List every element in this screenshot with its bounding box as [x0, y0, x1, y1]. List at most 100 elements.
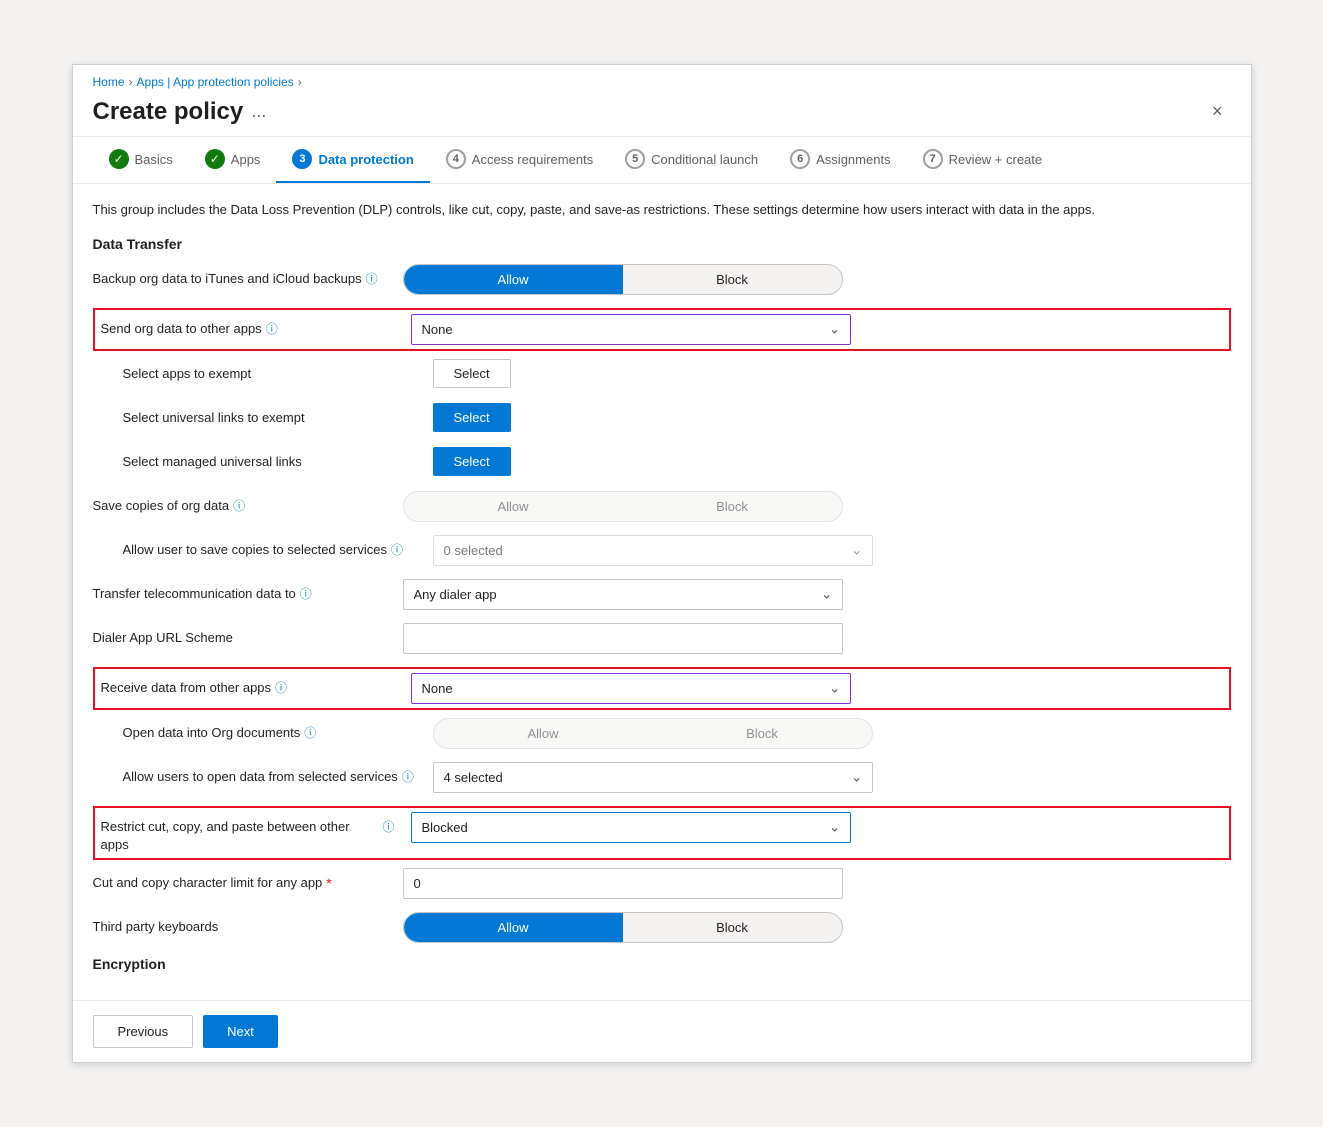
receive-data-select[interactable]: None — [411, 673, 851, 704]
create-policy-window: Home › Apps | App protection policies › … — [72, 64, 1252, 1063]
allow-open-selected-label: Allow users to open data from selected s… — [123, 762, 433, 786]
restrict-cut-copy-info-icon[interactable]: ⓘ — [382, 819, 394, 836]
backup-org-data-toggle: Allow Block — [403, 264, 843, 295]
close-button[interactable]: × — [1204, 97, 1231, 126]
tab-access-requirements[interactable]: 4 Access requirements — [430, 137, 609, 183]
select-managed-links-btn[interactable]: Select — [433, 447, 511, 476]
backup-block-btn[interactable]: Block — [623, 265, 842, 294]
breadcrumb-apps[interactable]: Apps | App protection policies — [137, 75, 294, 89]
save-copies-row: Save copies of org data ⓘ Allow Block — [93, 491, 1231, 525]
allow-user-save-info-icon[interactable]: ⓘ — [391, 542, 403, 559]
receive-data-info-icon[interactable]: ⓘ — [275, 680, 287, 697]
basics-check-icon: ✓ — [109, 149, 129, 169]
backup-org-data-row: Backup org data to iTunes and iCloud bac… — [93, 264, 1231, 298]
transfer-telecom-label: Transfer telecommunication data to ⓘ — [93, 579, 403, 603]
tab-conditional-launch[interactable]: 5 Conditional launch — [609, 137, 774, 183]
select-apps-exempt-label: Select apps to exempt — [123, 359, 433, 383]
assignments-num: 6 — [790, 149, 810, 169]
backup-org-data-info-icon[interactable]: ⓘ — [366, 271, 378, 288]
send-org-data-highlighted-row: Send org data to other apps ⓘ None — [93, 308, 1231, 351]
select-apps-exempt-row: Select apps to exempt Select — [93, 359, 1231, 393]
save-copies-info-icon[interactable]: ⓘ — [233, 498, 245, 515]
content-area: This group includes the Data Loss Preven… — [73, 184, 1251, 1000]
third-party-block-btn[interactable]: Block — [623, 913, 842, 942]
third-party-keyboards-label: Third party keyboards — [93, 912, 403, 936]
backup-org-data-label: Backup org data to iTunes and iCloud bac… — [93, 264, 403, 288]
transfer-telecom-info-icon[interactable]: ⓘ — [300, 586, 312, 603]
restrict-cut-copy-label: Restrict cut, copy, and paste between ot… — [101, 812, 411, 854]
allow-user-save-select[interactable]: 0 selected — [433, 535, 873, 566]
tab-basics[interactable]: ✓ Basics — [93, 137, 189, 183]
allow-user-save-label: Allow user to save copies to selected se… — [123, 535, 433, 559]
select-apps-exempt-btn[interactable]: Select — [433, 359, 511, 388]
tab-access-requirements-label: Access requirements — [472, 152, 593, 167]
tabs-bar: ✓ Basics ✓ Apps 3 Data protection 4 Acce… — [73, 137, 1251, 184]
next-button[interactable]: Next — [203, 1015, 278, 1048]
save-copies-toggle: Allow Block — [403, 491, 843, 522]
encryption-title: Encryption — [93, 956, 1231, 972]
tab-assignments-label: Assignments — [816, 152, 890, 167]
title-bar: Create policy ... × — [73, 93, 1251, 137]
save-copies-block-btn[interactable]: Block — [623, 492, 842, 521]
save-copies-label: Save copies of org data ⓘ — [93, 491, 403, 515]
select-universal-links-label: Select universal links to exempt — [123, 403, 433, 427]
review-create-num: 7 — [923, 149, 943, 169]
required-star: * — [326, 874, 331, 894]
send-org-data-info-icon[interactable]: ⓘ — [266, 321, 278, 338]
cut-copy-char-limit-row: Cut and copy character limit for any app… — [93, 868, 1231, 902]
cut-copy-char-limit-input[interactable] — [403, 868, 843, 899]
access-requirements-num: 4 — [446, 149, 466, 169]
tab-apps[interactable]: ✓ Apps — [189, 137, 277, 183]
breadcrumb: Home › Apps | App protection policies › — [73, 65, 1251, 93]
save-copies-allow-btn[interactable]: Allow — [404, 492, 623, 521]
data-transfer-title: Data Transfer — [93, 236, 1231, 252]
select-managed-links-row: Select managed universal links Select — [93, 447, 1231, 481]
cut-copy-char-limit-label: Cut and copy character limit for any app… — [93, 868, 403, 894]
receive-data-label: Receive data from other apps ⓘ — [101, 673, 411, 697]
tab-review-create[interactable]: 7 Review + create — [907, 137, 1059, 183]
tab-data-protection-label: Data protection — [318, 152, 413, 167]
open-data-org-toggle: Allow Block — [433, 718, 873, 749]
allow-user-save-row: Allow user to save copies to selected se… — [93, 535, 1231, 569]
restrict-cut-copy-select[interactable]: Blocked — [411, 812, 851, 843]
open-data-org-info-icon[interactable]: ⓘ — [304, 725, 316, 742]
allow-open-selected-info-icon[interactable]: ⓘ — [402, 769, 414, 786]
tab-review-create-label: Review + create — [949, 152, 1043, 167]
conditional-launch-num: 5 — [625, 149, 645, 169]
allow-open-selected-row: Allow users to open data from selected s… — [93, 762, 1231, 796]
select-universal-links-btn[interactable]: Select — [433, 403, 511, 432]
previous-button[interactable]: Previous — [93, 1015, 194, 1048]
send-org-data-label: Send org data to other apps ⓘ — [101, 314, 411, 338]
allow-open-selected-select[interactable]: 4 selected — [433, 762, 873, 793]
receive-data-highlighted-row: Receive data from other apps ⓘ None — [93, 667, 1231, 710]
open-data-org-row: Open data into Org documents ⓘ Allow Blo… — [93, 718, 1231, 752]
tab-conditional-launch-label: Conditional launch — [651, 152, 758, 167]
third-party-allow-btn[interactable]: Allow — [404, 913, 623, 942]
tab-data-protection[interactable]: 3 Data protection — [276, 137, 429, 183]
third-party-toggle: Allow Block — [403, 912, 843, 943]
third-party-keyboards-row: Third party keyboards Allow Block — [93, 912, 1231, 946]
open-data-org-label: Open data into Org documents ⓘ — [123, 718, 433, 742]
open-data-allow-btn[interactable]: Allow — [434, 719, 653, 748]
breadcrumb-home[interactable]: Home — [93, 75, 125, 89]
dialer-url-input[interactable] — [403, 623, 843, 654]
footer: Previous Next — [73, 1000, 1251, 1062]
data-protection-num: 3 — [292, 149, 312, 169]
send-org-data-select[interactable]: None — [411, 314, 851, 345]
tab-basics-label: Basics — [135, 152, 173, 167]
backup-allow-btn[interactable]: Allow — [404, 265, 623, 294]
page-title: Create policy — [93, 98, 244, 126]
transfer-telecom-select[interactable]: Any dialer app — [403, 579, 843, 610]
transfer-telecom-row: Transfer telecommunication data to ⓘ Any… — [93, 579, 1231, 613]
apps-check-icon: ✓ — [205, 149, 225, 169]
select-managed-links-label: Select managed universal links — [123, 447, 433, 471]
tab-assignments[interactable]: 6 Assignments — [774, 137, 906, 183]
title-ellipsis-menu[interactable]: ... — [251, 101, 266, 122]
dialer-url-row: Dialer App URL Scheme — [93, 623, 1231, 657]
tab-apps-label: Apps — [231, 152, 261, 167]
dialer-url-label: Dialer App URL Scheme — [93, 623, 403, 647]
open-data-block-btn[interactable]: Block — [653, 719, 872, 748]
select-universal-links-row: Select universal links to exempt Select — [93, 403, 1231, 437]
restrict-cut-copy-highlighted-row: Restrict cut, copy, and paste between ot… — [93, 806, 1231, 860]
section-description: This group includes the Data Loss Preven… — [93, 200, 1231, 220]
